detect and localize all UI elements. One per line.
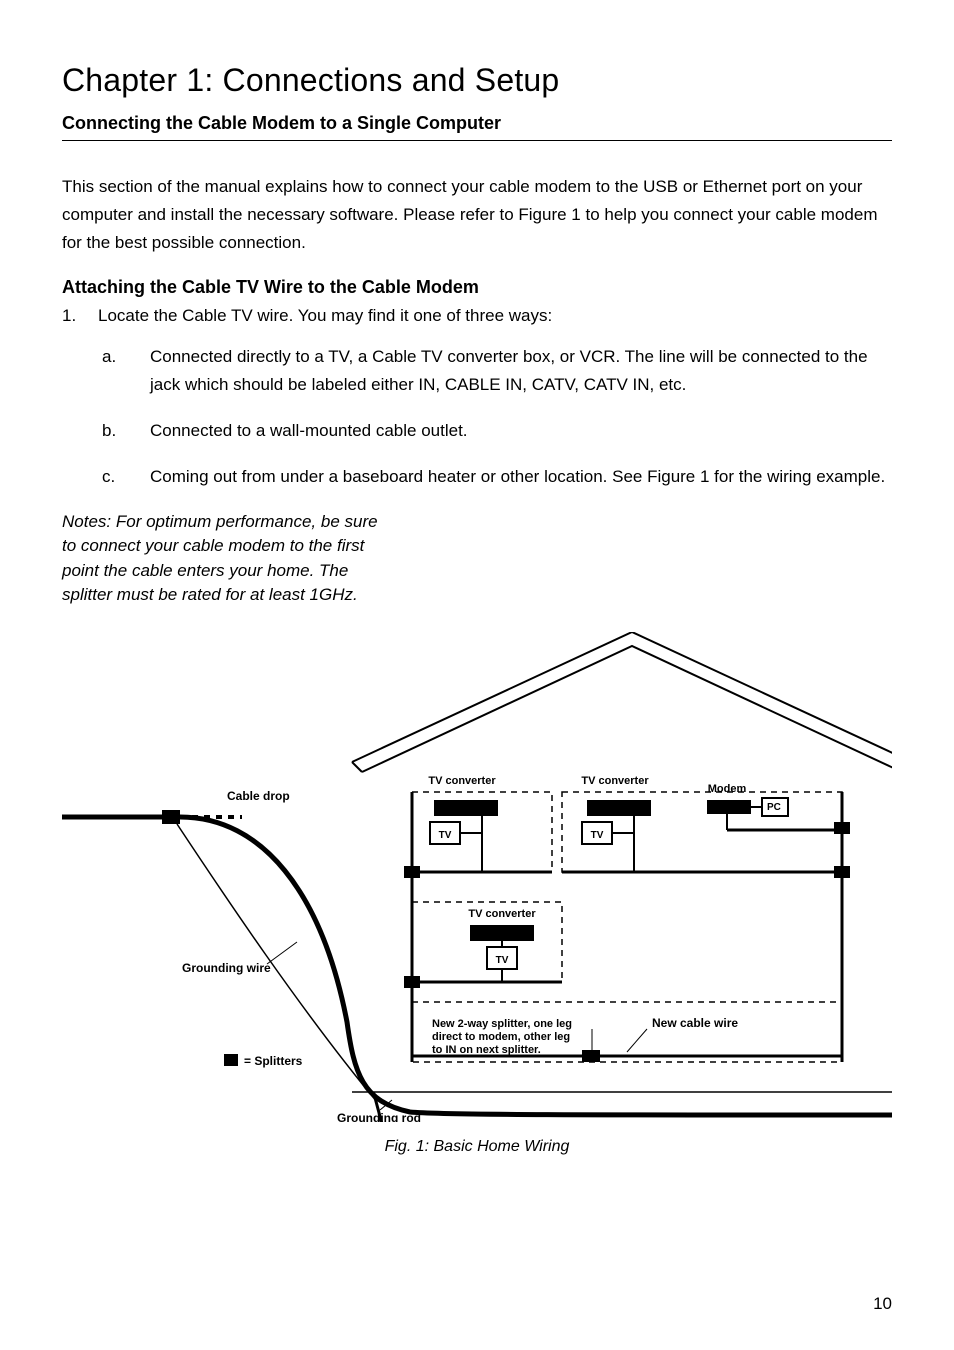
figure-1: Cable drop Grounding wire = Splitters Gr… (62, 632, 892, 1122)
splitter-legend-icon (224, 1054, 238, 1066)
subitem-letter: b. (102, 417, 150, 445)
subitem-b: b. Connected to a wall-mounted cable out… (102, 417, 892, 445)
subitem-letter: a. (102, 343, 150, 399)
section-title: Connecting the Cable Modem to a Single C… (62, 113, 892, 141)
label-grounding-wire: Grounding wire (182, 961, 271, 975)
intro-paragraph: This section of the manual explains how … (62, 173, 892, 257)
figure-caption: Fig. 1: Basic Home Wiring (62, 1138, 892, 1156)
page-number: 10 (873, 1294, 892, 1314)
subitem-text: Coming out from under a baseboard heater… (150, 463, 892, 491)
label-pc: PC (767, 802, 781, 813)
subitem-text: Connected to a wall-mounted cable outlet… (150, 417, 892, 445)
label-new-cable-wire: New cable wire (652, 1016, 738, 1030)
subitem-letter: c. (102, 463, 150, 491)
label-tv-3: TV (496, 955, 509, 966)
label-modem: Modem (708, 783, 747, 795)
label-splitter-note-2: direct to modem, other leg (432, 1031, 570, 1043)
document-page: Chapter 1: Connections and Setup Connect… (0, 0, 954, 1350)
label-grounding-rod: Grounding rod (337, 1111, 421, 1122)
subitem-a: a. Connected directly to a TV, a Cable T… (102, 343, 892, 399)
step-number: 1. (62, 302, 98, 329)
label-splitter-note-1: New 2-way splitter, one leg (432, 1018, 572, 1030)
step-1-sublist: a. Connected directly to a TV, a Cable T… (102, 343, 892, 491)
label-tv-converter-2: TV converter (581, 775, 649, 787)
notes-block: Notes: For optimum performance, be sure … (62, 510, 392, 609)
step-text: Locate the Cable TV wire. You may find i… (98, 302, 892, 329)
step-1: 1. Locate the Cable TV wire. You may fin… (62, 302, 892, 329)
subsection-title: Attaching the Cable TV Wire to the Cable… (62, 277, 892, 298)
label-tv-converter-3: TV converter (468, 908, 536, 920)
chapter-title: Chapter 1: Connections and Setup (62, 62, 892, 99)
label-tv-converter-1: TV converter (428, 775, 496, 787)
subitem-c: c. Coming out from under a baseboard hea… (102, 463, 892, 491)
label-tv-1: TV (439, 830, 452, 841)
label-splitter-note-3: to IN on next splitter. (432, 1044, 541, 1056)
label-splitters-key: = Splitters (244, 1054, 303, 1068)
label-tv-2: TV (591, 830, 604, 841)
label-cable-drop: Cable drop (227, 789, 290, 803)
subitem-text: Connected directly to a TV, a Cable TV c… (150, 343, 892, 399)
home-wiring-diagram: Cable drop Grounding wire = Splitters Gr… (62, 632, 892, 1122)
